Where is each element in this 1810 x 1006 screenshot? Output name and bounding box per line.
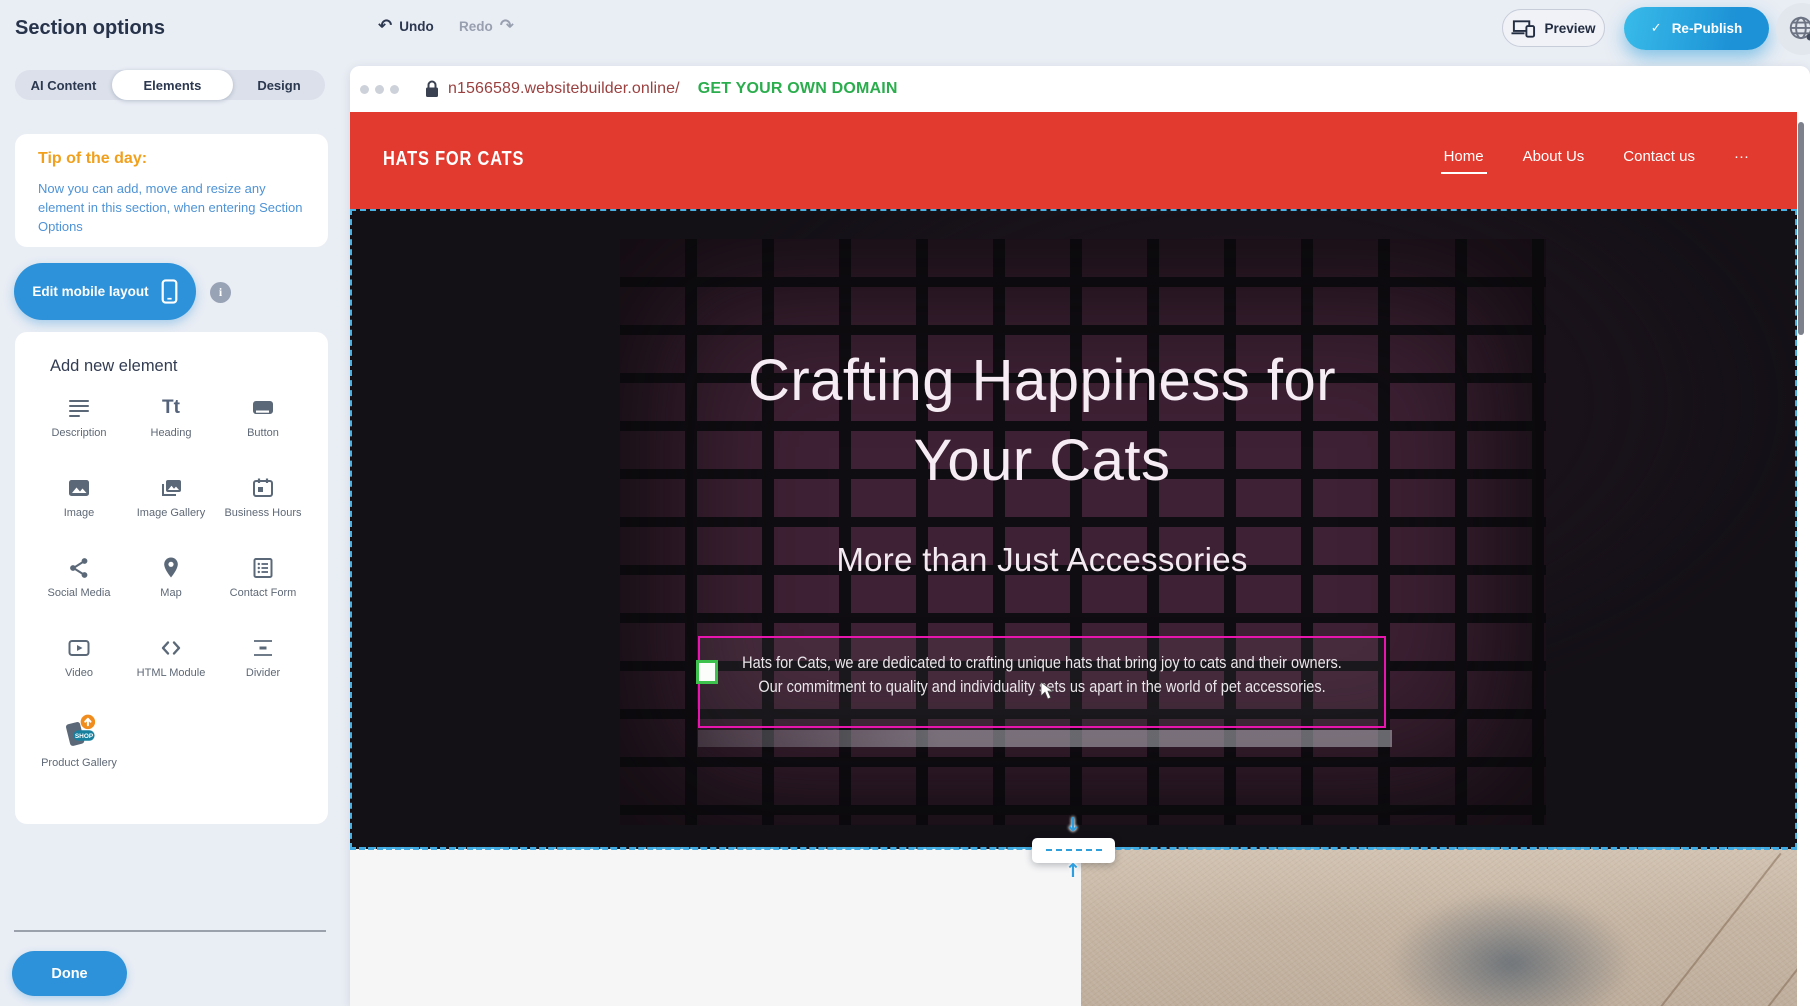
heading-icon: Tt [125,394,217,422]
hero-section-selected[interactable]: Crafting Happiness for Your Cats More th… [350,209,1797,849]
browser-dot [375,85,384,94]
phone-icon [161,278,178,305]
element-video[interactable]: Video [33,634,125,714]
element-html-module[interactable]: HTML Module [125,634,217,714]
edit-mobile-label: Edit mobile layout [32,284,148,299]
html-module-icon [125,634,217,662]
element-heading[interactable]: Tt Heading [125,394,217,474]
info-icon[interactable]: i [210,282,231,303]
nav-more-menu[interactable]: ··· [1731,148,1752,174]
undo-label: Undo [399,19,434,34]
undo-button[interactable]: ↶ Undo [378,16,434,36]
site-header: HATS FOR CATS Home About Us Contact us ·… [350,112,1797,209]
republish-button[interactable]: ✓ Re-Publish [1624,7,1769,50]
preview-button[interactable]: Preview [1502,9,1605,47]
resize-handle-dashes [1046,849,1102,851]
resize-arrow-up-icon: ↑ [1063,860,1083,882]
panel-tabs: AI Content Elements Design [15,70,325,100]
site-content: HATS FOR CATS Home About Us Contact us ·… [350,112,1810,1006]
redo-label: Redo [459,19,493,34]
element-shadow-bar [698,730,1392,747]
resize-arrow-down-icon: ↓ [1063,814,1083,836]
divider-icon [217,634,309,662]
tab-elements[interactable]: Elements [112,70,233,100]
floor-shadow [1341,863,1681,1006]
product-gallery-icon: SHOP [33,714,125,752]
element-product-gallery[interactable]: SHOP Product Gallery [33,714,125,794]
tip-body: Now you can add, move and resize any ele… [38,179,306,236]
sidebar-divider [14,930,326,932]
get-domain-link[interactable]: GET YOUR OWN DOMAIN [698,80,898,98]
edit-mobile-layout-button[interactable]: Edit mobile layout [14,263,196,320]
video-icon [33,634,125,662]
check-icon: ✓ [1651,21,1662,36]
element-map[interactable]: Map [125,554,217,634]
mouse-cursor [1040,681,1054,706]
description-icon [33,394,125,422]
browser-traffic-dots [360,85,399,94]
devices-icon [1511,19,1536,38]
add-element-title: Add new element [50,357,178,376]
next-section-left[interactable] [350,849,1081,1006]
site-logo[interactable]: HATS FOR CATS [383,148,524,171]
nav-contact-us[interactable]: Contact us [1620,148,1698,174]
hero-heading[interactable]: Crafting Happiness for Your Cats [687,341,1397,501]
preview-label: Preview [1544,21,1595,36]
floor-seam-line [1720,910,1797,1006]
tab-design[interactable]: Design [233,70,325,100]
redo-icon: ↷ [500,16,514,36]
element-divider[interactable]: Divider [217,634,309,714]
contact-form-icon [217,554,309,582]
tip-title: Tip of the day: [38,150,308,168]
site-url: n1566589.websitebuilder.online/ [448,80,680,98]
element-social-media[interactable]: Social Media [33,554,125,634]
browser-chrome: n1566589.websitebuilder.online/ GET YOUR… [350,66,1810,112]
site-preview-frame: n1566589.websitebuilder.online/ GET YOUR… [350,66,1810,1006]
preview-scrollbar-thumb[interactable] [1798,122,1804,335]
element-button[interactable]: Button [217,394,309,474]
element-image-gallery[interactable]: Image Gallery [125,474,217,554]
hero-subheading[interactable]: More than Just Accessories [687,541,1397,579]
element-image[interactable]: Image [33,474,125,554]
shop-badge: SHOP [75,733,94,740]
image-icon [33,474,125,502]
nav-about-us[interactable]: About Us [1520,148,1588,174]
redo-button[interactable]: Redo ↷ [459,16,514,36]
tab-ai-content[interactable]: AI Content [15,70,112,100]
browser-dot [390,85,399,94]
add-new-element-panel: Add new element Description Tt Heading B… [15,332,328,824]
language-globe-button[interactable] [1776,3,1810,55]
element-description[interactable]: Description [33,394,125,474]
lock-icon [425,80,439,98]
site-nav: Home About Us Contact us ··· [1441,112,1752,209]
browser-dot [360,85,369,94]
social-media-icon [33,554,125,582]
nav-home[interactable]: Home [1441,148,1487,174]
undo-icon: ↶ [378,16,392,36]
element-business-hours[interactable]: Business Hours [217,474,309,554]
business-hours-icon [217,474,309,502]
page-title: Section options [15,17,165,40]
element-contact-form[interactable]: Contact Form [217,554,309,634]
republish-label: Re-Publish [1672,21,1743,36]
tip-of-the-day-card: Tip of the day: Now you can add, move an… [15,134,328,247]
map-icon [125,554,217,582]
done-button[interactable]: Done [12,951,127,996]
website-builder-app: ↶ Undo Redo ↷ Preview ✓ Re-Publish Secti… [0,0,1810,1006]
next-section-floor-image[interactable] [1081,849,1797,1006]
globe-icon [1787,14,1810,44]
image-gallery-icon [125,474,217,502]
element-drag-handle[interactable] [696,660,718,684]
button-icon [217,394,309,422]
element-grid: Description Tt Heading Button Image [33,394,310,794]
